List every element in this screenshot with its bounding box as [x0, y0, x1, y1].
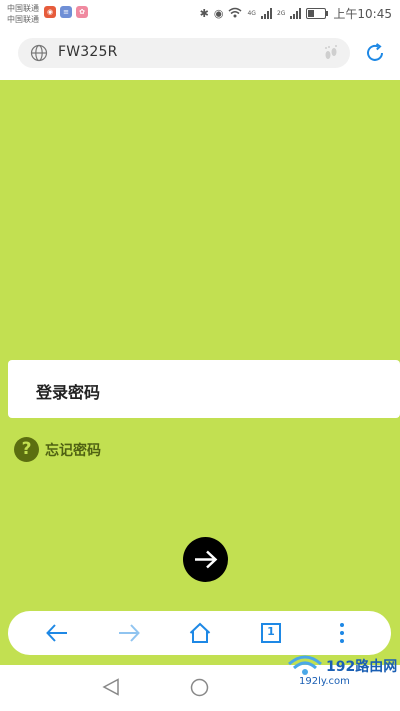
carrier-2: 中国联通 — [7, 15, 39, 24]
globe-icon — [30, 44, 48, 66]
system-status-icons: ✱ ◉ 4G 2G 上午10:45 — [200, 5, 392, 22]
wifi-logo-icon — [288, 655, 322, 675]
back-button[interactable] — [45, 621, 69, 645]
password-label: 登录密码 — [36, 383, 101, 402]
network-type-1: 4G — [247, 10, 256, 17]
watermark-url: 192ly.com — [299, 676, 350, 687]
home-button[interactable] — [188, 621, 212, 645]
forgot-password-text: 忘记密码 — [45, 442, 101, 459]
refresh-icon[interactable] — [364, 42, 386, 68]
tab-count: 1 — [267, 625, 275, 638]
menu-button[interactable] — [330, 621, 354, 645]
arrow-left-icon — [46, 624, 67, 642]
browser-address-bar: FW325R — [0, 30, 400, 80]
nav-back-button[interactable] — [102, 678, 120, 700]
forward-button[interactable] — [117, 621, 141, 645]
status-bar: 中国联通 中国联通 ◉ ≡ ✿ ✱ ◉ 4G 2G 上午10:45 — [0, 0, 400, 30]
forgot-password-link[interactable]: ? 忘记密码 — [14, 437, 101, 462]
notification-icons: ◉ ≡ ✿ — [44, 6, 88, 18]
gift-icon: ✿ — [76, 6, 88, 18]
url-text: FW325R — [58, 44, 118, 60]
login-submit-button[interactable] — [183, 537, 228, 582]
question-icon: ? — [14, 437, 39, 462]
more-vertical-icon — [340, 623, 344, 643]
browser-toolbar: 1 — [8, 611, 391, 655]
bluetooth-icon: ✱ — [199, 7, 209, 20]
incognito-footprint-icon[interactable] — [322, 44, 340, 66]
nav-home-button[interactable] — [190, 678, 209, 701]
carrier-info: 中国联通 中国联通 — [7, 3, 39, 25]
password-field[interactable]: 登录密码 — [8, 360, 400, 418]
wifi-icon — [228, 7, 242, 21]
circle-home-icon — [190, 678, 209, 697]
site-watermark: 192路由网 192ly.com — [283, 652, 398, 692]
url-field[interactable]: FW325R — [18, 38, 350, 68]
tabs-button[interactable]: 1 — [259, 621, 283, 645]
carrier-1: 中国联通 — [7, 4, 39, 13]
clock: 上午10:45 — [333, 7, 392, 21]
triangle-back-icon — [102, 678, 119, 696]
signal-icon-1 — [260, 8, 272, 19]
network-type-2: 2G — [276, 10, 286, 17]
signal-icon-2 — [290, 8, 302, 19]
arrow-right-icon — [195, 550, 218, 569]
router-login-page: 登录密码 ? 忘记密码 — [0, 80, 400, 665]
message-icon: ≡ — [60, 6, 72, 18]
watermark-title: 192路由网 — [326, 659, 398, 675]
eye-comfort-icon: ◉ — [213, 7, 224, 20]
arrow-right-icon — [119, 624, 140, 642]
home-icon — [189, 622, 211, 643]
weibo-icon: ◉ — [44, 6, 56, 18]
battery-icon — [306, 8, 329, 19]
